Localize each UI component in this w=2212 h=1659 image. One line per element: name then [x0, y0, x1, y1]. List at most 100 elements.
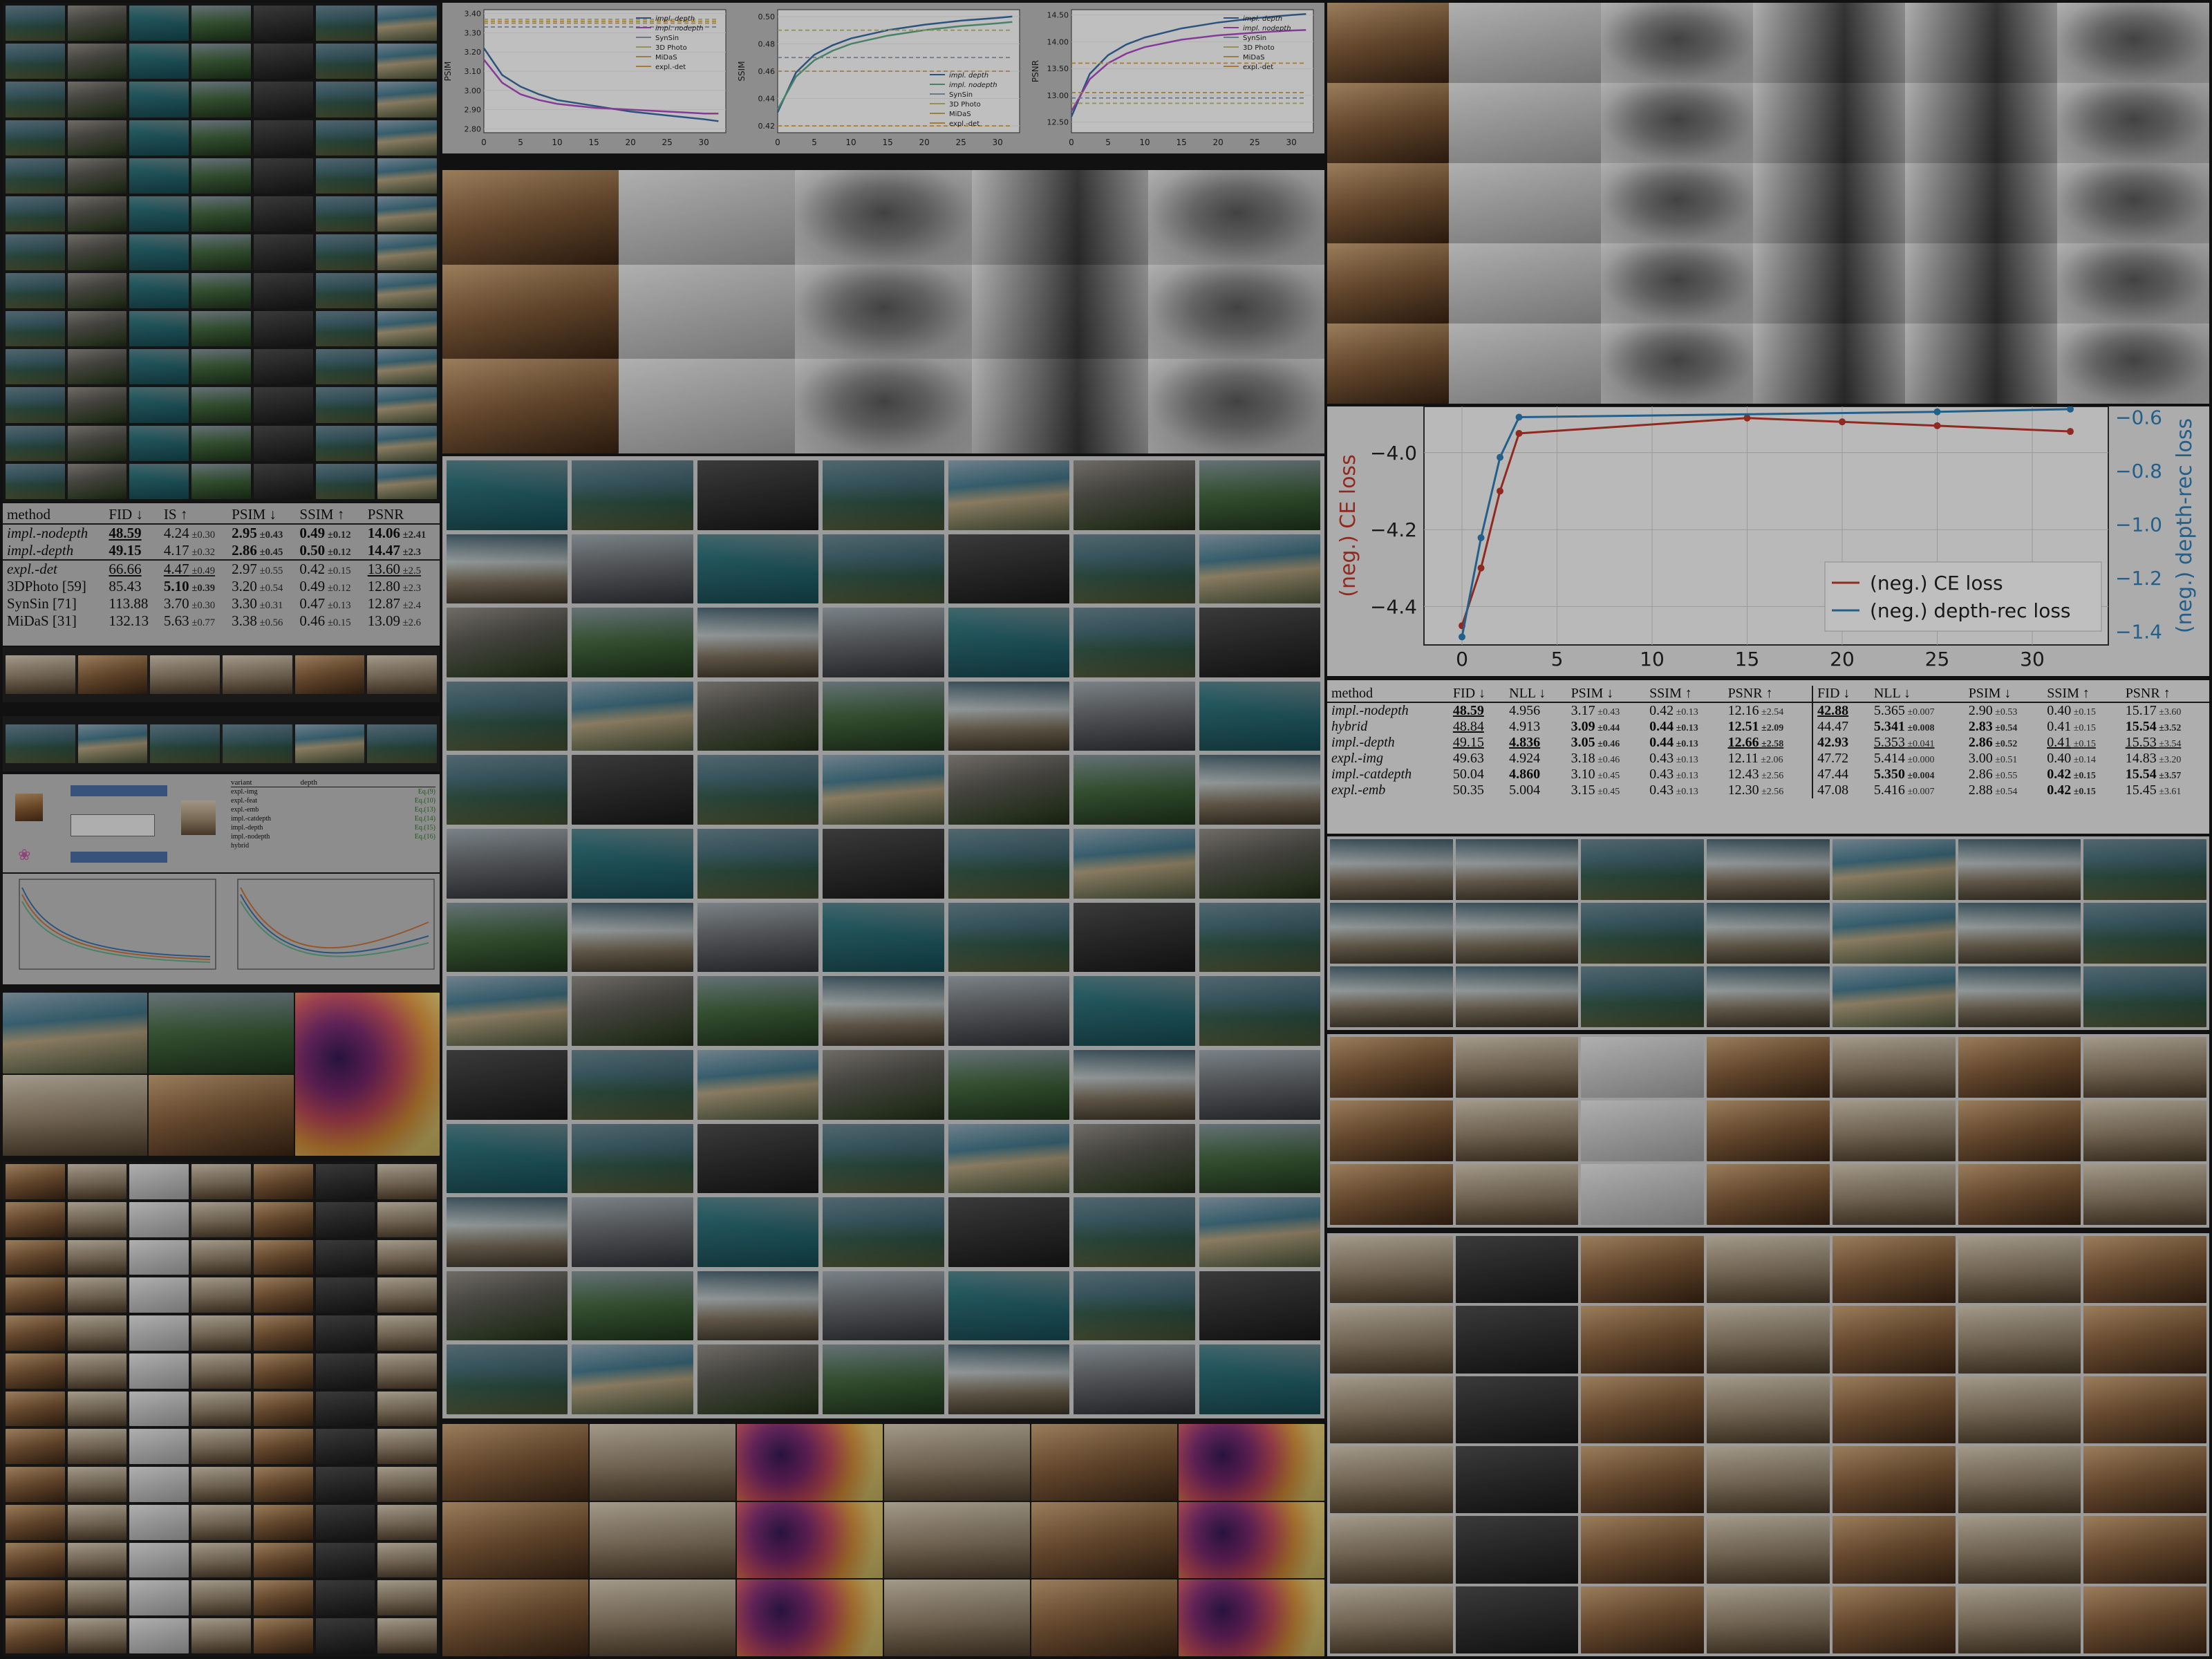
std-dev: ±0.15: [325, 565, 351, 577]
thumbnail: [1581, 903, 1705, 964]
thumbnail: [1074, 1197, 1195, 1267]
x-tick-label: 15: [588, 138, 599, 147]
thumbnail: [6, 310, 65, 347]
thumbnail: [2083, 966, 2206, 1027]
thumbnail: [377, 1201, 437, 1237]
thumbnail: [823, 1271, 944, 1341]
legend-label: SynSin: [655, 35, 679, 42]
table-cell: 47.44: [1812, 767, 1870, 782]
thumbnail: [315, 234, 375, 270]
thumbnail: [150, 724, 220, 763]
table-cell: 42.88: [1812, 702, 1870, 719]
depth-map: [2057, 3, 2209, 83]
table-header: IS ↑: [159, 506, 228, 525]
thumbnail: [222, 655, 292, 694]
table-cell: 12.51 ±2.09: [1727, 719, 1784, 734]
thumbnail: [697, 681, 819, 751]
left-results-table: method FID ↓ IS ↑ PSIM ↓ SSIM ↑ PSNR impl.-no…: [3, 503, 440, 646]
thumbnail: [1832, 839, 1956, 900]
std-dev: ±0.15: [2071, 787, 2096, 797]
table-cell: 0.46 ±0.15: [299, 612, 351, 629]
thumbnail: [1199, 902, 1320, 973]
thumbnail: [253, 120, 313, 156]
table-cell: 15.54 ±3.52: [2125, 719, 2182, 734]
table-cell: 5.10 ±0.39: [163, 578, 216, 594]
thumbnail: [191, 1504, 251, 1540]
x-tick-label: 5: [518, 138, 523, 147]
table-cell: 0.43 ±0.13: [1649, 767, 1698, 782]
thumbnail: [315, 1201, 375, 1237]
variant-name: impl.-nodepth: [231, 833, 270, 841]
table-cell: 5.341 ±0.008: [1873, 719, 1935, 734]
equation-ref: Eq.(10): [414, 797, 435, 805]
y-right-tick-label: −1.2: [2115, 567, 2162, 590]
std-dev: ±0.45: [256, 547, 283, 558]
thumbnail: [1455, 903, 1579, 964]
table-cell: 12.87 ±2.4: [367, 595, 422, 612]
y-tick-label: 12.50: [1047, 118, 1069, 127]
std-dev: ±2.41: [400, 529, 427, 541]
thumbnail: [1199, 460, 1320, 530]
std-dev: ±0.30: [189, 600, 216, 611]
thumbnail: [377, 1618, 437, 1653]
thumbnail: [191, 1467, 251, 1502]
depth-map: [1449, 324, 1601, 404]
table-cell: 0.40 ±0.15: [2047, 703, 2096, 718]
thumbnail: [948, 1344, 1070, 1414]
qualitative-grid-top-left: [3, 3, 440, 502]
legend-label: MiDaS: [1243, 54, 1265, 62]
table-cell: 12.11 ±2.06: [1727, 751, 1783, 766]
thumbnail: [823, 976, 944, 1046]
x-tick-label: 25: [662, 138, 673, 147]
thumbnail: [315, 1239, 375, 1275]
std-dev: ±2.5: [400, 565, 422, 577]
thumbnail: [447, 1344, 568, 1414]
legend-label: SynSin: [949, 91, 973, 99]
table-row: impl.-depth 49.15 4.836 3.05 ±0.46 0.44 ±0.1…: [1327, 735, 2209, 751]
std-dev: ±0.15: [2071, 771, 2096, 781]
table-cell: 0.43 ±0.13: [1649, 782, 1698, 798]
thumbnail: [67, 1467, 127, 1502]
table-cell: 44.47: [1812, 719, 1870, 735]
x-tick-label: 30: [993, 138, 1003, 147]
y-tick-label: 13.00: [1047, 91, 1069, 100]
depth-map: [1147, 170, 1324, 265]
table-header: PSNR: [363, 506, 440, 525]
thumbnail: [253, 234, 313, 270]
std-dev: ±0.49: [189, 565, 216, 577]
table-cell: 5.365 ±0.007: [1873, 703, 1935, 718]
table-header: FID ↓: [104, 506, 160, 525]
thumbnail: [77, 724, 148, 763]
thumbnail: [253, 349, 313, 385]
table-cell: 48.59: [1452, 703, 1484, 718]
y-tick-label: −4.0: [1370, 442, 1417, 465]
table-cell: 15.17 ±3.60: [2125, 703, 2182, 718]
thumbnail: [1074, 1049, 1195, 1120]
depth-map: [1449, 83, 1601, 163]
table-cell: 0.42 ±0.15: [2047, 767, 2096, 782]
y-tick-label: 0.44: [758, 95, 776, 104]
thumbnail: [129, 1580, 189, 1616]
legend-label: SynSin: [1243, 35, 1266, 42]
variant-row: hybrid: [231, 841, 435, 850]
std-dev: ±2.3: [400, 547, 422, 558]
table-cell: 3.00 ±0.51: [1968, 751, 2018, 766]
thumbnail: [1581, 966, 1705, 1027]
std-dev: ±0.000: [1904, 755, 1935, 765]
thumbnail: [129, 425, 189, 461]
legend-label: impl. nodepth: [949, 82, 997, 89]
table-header: SSIM ↑: [295, 506, 364, 525]
depth-map: [795, 264, 972, 359]
thumbnail: [377, 310, 437, 347]
thumbnail: [1832, 1446, 1956, 1514]
thumbnail: [1832, 1376, 1956, 1443]
depth-map: [1905, 243, 2057, 324]
legend-label: 3D Photo: [655, 44, 687, 52]
data-point: [1933, 422, 1941, 429]
table-cell: 0.42 ±0.13: [1649, 703, 1698, 718]
data-point: [1839, 418, 1846, 426]
thumbnail: [6, 1467, 65, 1502]
thumbnail: [572, 755, 693, 825]
thumbnail: [2083, 1100, 2206, 1161]
thumbnail: [6, 82, 65, 118]
